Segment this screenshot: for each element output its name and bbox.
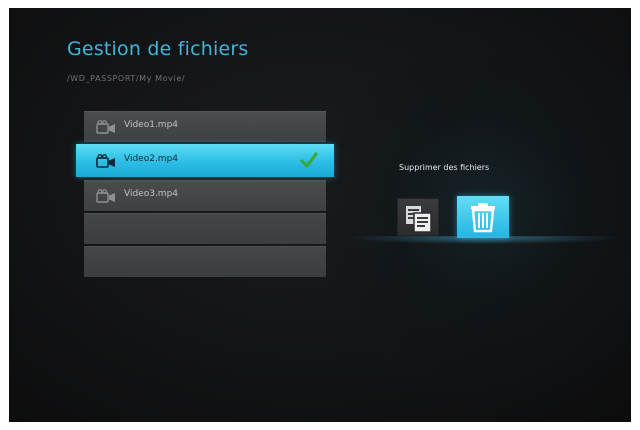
action-label: Supprimer des fichiers <box>399 163 490 172</box>
file-manager-screen: Gestion de fichiers /WD_PASSPORT/My Movi… <box>9 8 631 422</box>
checkmark-icon <box>300 152 318 168</box>
video-camera-icon <box>96 154 115 168</box>
copy-icon <box>406 206 432 233</box>
list-item-label: Video3.mp4 <box>124 189 179 199</box>
page-title: Gestion de fichiers <box>67 38 249 60</box>
breadcrumb-path: /WD_PASSPORT/My Movie/ <box>67 74 186 83</box>
shelf-glow <box>349 236 619 246</box>
list-item[interactable]: Video3.mp4 <box>84 180 326 211</box>
list-item-empty[interactable] <box>84 213 326 244</box>
video-camera-icon <box>96 189 115 203</box>
trash-icon <box>471 203 495 233</box>
list-item-label: Video2.mp4 <box>124 154 179 164</box>
list-item-selected[interactable]: Video2.mp4 <box>76 144 334 177</box>
list-item-empty[interactable] <box>84 246 326 277</box>
list-item-label: Video1.mp4 <box>124 120 179 130</box>
list-item[interactable]: Video1.mp4 <box>84 111 326 142</box>
video-camera-icon <box>96 120 115 134</box>
copy-files-button[interactable] <box>397 198 439 236</box>
delete-files-button[interactable] <box>457 196 509 238</box>
